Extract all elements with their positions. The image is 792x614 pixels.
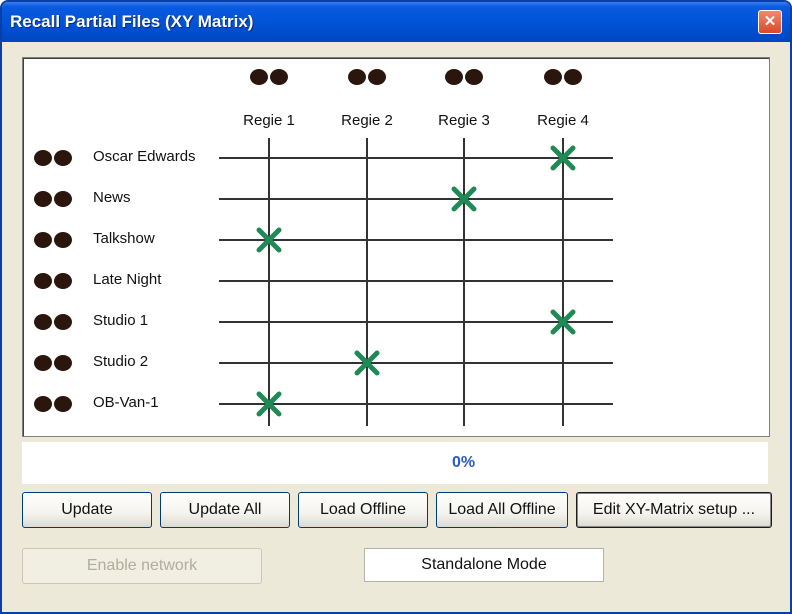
row-indicator-3[interactable] bbox=[34, 232, 72, 248]
title-bar[interactable]: Recall Partial Files (XY Matrix) ✕ bbox=[2, 2, 790, 42]
row-label: Oscar Edwards bbox=[93, 148, 196, 165]
mode-status: Standalone Mode bbox=[364, 548, 604, 582]
column-label: Regie 4 bbox=[537, 112, 589, 129]
row-indicator-4[interactable] bbox=[34, 273, 72, 289]
row-indicator-5[interactable] bbox=[34, 314, 72, 330]
update-all-button[interactable]: Update All bbox=[160, 492, 290, 528]
enable-network-button[interactable]: Enable network bbox=[22, 548, 262, 584]
column-indicator-2[interactable] bbox=[348, 69, 386, 85]
load-offline-button[interactable]: Load Offline bbox=[298, 492, 428, 528]
row-label: Studio 2 bbox=[93, 353, 149, 370]
column-indicator-1[interactable] bbox=[250, 69, 288, 85]
load-all-offline-button[interactable]: Load All Offline bbox=[436, 492, 568, 528]
close-button[interactable]: ✕ bbox=[758, 10, 782, 34]
row-label: Late Night bbox=[93, 271, 162, 288]
column-label: Regie 2 bbox=[341, 112, 393, 129]
progress-percent: 0% bbox=[452, 454, 476, 471]
recall-partial-files-dialog: Recall Partial Files (XY Matrix) ✕ Regie… bbox=[0, 0, 792, 614]
column-label: Regie 1 bbox=[243, 112, 295, 129]
row-indicator-1[interactable] bbox=[34, 150, 72, 166]
edit-xy-matrix-setup-button[interactable]: Edit XY-Matrix setup ... bbox=[576, 492, 772, 528]
row-indicator-6[interactable] bbox=[34, 355, 72, 371]
row-label: News bbox=[93, 189, 131, 206]
row-label: Studio 1 bbox=[93, 312, 149, 329]
update-button[interactable]: Update bbox=[22, 492, 152, 528]
row-label: Talkshow bbox=[93, 230, 155, 247]
column-indicator-3[interactable] bbox=[445, 69, 483, 85]
column-indicator-4[interactable] bbox=[544, 69, 582, 85]
column-label: Regie 3 bbox=[438, 112, 490, 129]
window-title: Recall Partial Files (XY Matrix) bbox=[10, 12, 254, 31]
row-indicator-7[interactable] bbox=[34, 396, 72, 412]
close-icon: ✕ bbox=[763, 13, 777, 30]
row-label: OB-Van-1 bbox=[93, 394, 159, 411]
status-strip: 0% bbox=[22, 442, 768, 484]
row-indicator-2[interactable] bbox=[34, 191, 72, 207]
xy-matrix-panel: Regie 1 Regie 2 Regie 3 Regie 4 Oscar Edwar… bbox=[22, 57, 770, 437]
